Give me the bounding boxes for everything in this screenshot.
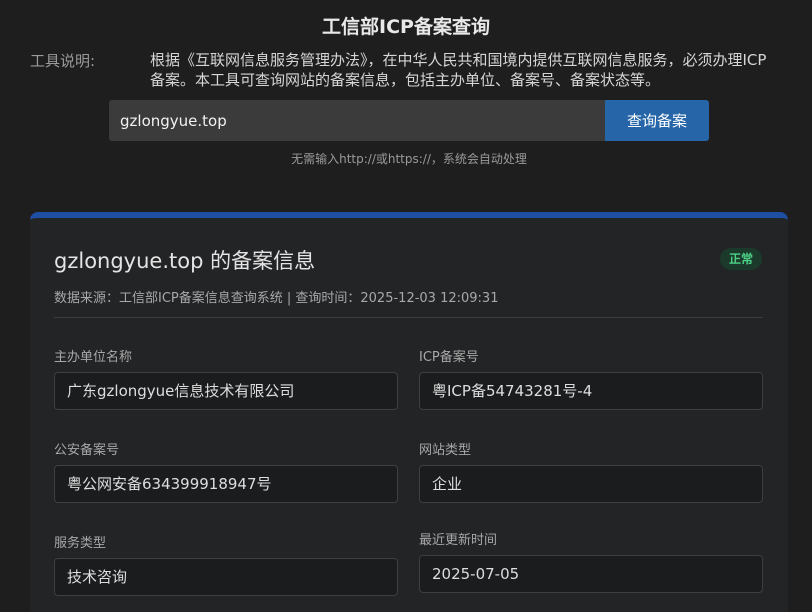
- field-value: 2025-07-05: [419, 555, 763, 593]
- field-label: 最近更新时间: [419, 533, 498, 548]
- divider: [54, 317, 763, 318]
- result-title: gzlongyue.top 的备案信息: [54, 249, 316, 273]
- page-title: 工信部ICP备案查询: [322, 16, 490, 38]
- field-value: 广东gzlongyue信息技术有限公司: [54, 372, 398, 410]
- status-badge: 正常: [719, 248, 762, 270]
- query-filing-button[interactable]: 查询备案: [605, 100, 709, 141]
- domain-search-input[interactable]: [109, 100, 605, 141]
- field-site-type: 网站类型 企业: [419, 439, 763, 503]
- field-label: ICP备案号: [419, 350, 479, 365]
- result-meta: 数据来源：工信部ICP备案信息查询系统 | 查询时间：2025-12-03 12…: [54, 291, 499, 306]
- field-icp-number: ICP备案号 粤ICP备54743281号-4: [419, 346, 763, 410]
- search-bar: 查询备案: [109, 100, 709, 141]
- field-label: 主办单位名称: [54, 350, 133, 365]
- search-hint: 无需输入http://或https://，系统会自动处理: [291, 152, 527, 166]
- field-service-type: 服务类型 技术咨询: [54, 532, 398, 596]
- field-value: 粤公网安备634399918947号: [54, 465, 398, 503]
- field-last-updated: 最近更新时间 2025-07-05: [419, 529, 763, 593]
- field-public-security-number: 公安备案号 粤公网安备634399918947号: [54, 439, 398, 503]
- result-card: gzlongyue.top 的备案信息 正常 数据来源：工信部ICP备案信息查询…: [30, 212, 788, 612]
- field-label: 网站类型: [419, 443, 472, 458]
- field-label: 公安备案号: [54, 443, 120, 458]
- field-value: 企业: [419, 465, 763, 503]
- field-value: 粤ICP备54743281号-4: [419, 372, 763, 410]
- description-text: 根据《互联网信息服务管理办法》，在中华人民共和国境内提供互联网信息服务，必须办理…: [150, 51, 767, 89]
- field-label: 服务类型: [54, 536, 107, 551]
- field-sponsor: 主办单位名称 广东gzlongyue信息技术有限公司: [54, 346, 398, 410]
- description-label: 工具说明:: [30, 52, 96, 70]
- field-value: 技术咨询: [54, 558, 398, 596]
